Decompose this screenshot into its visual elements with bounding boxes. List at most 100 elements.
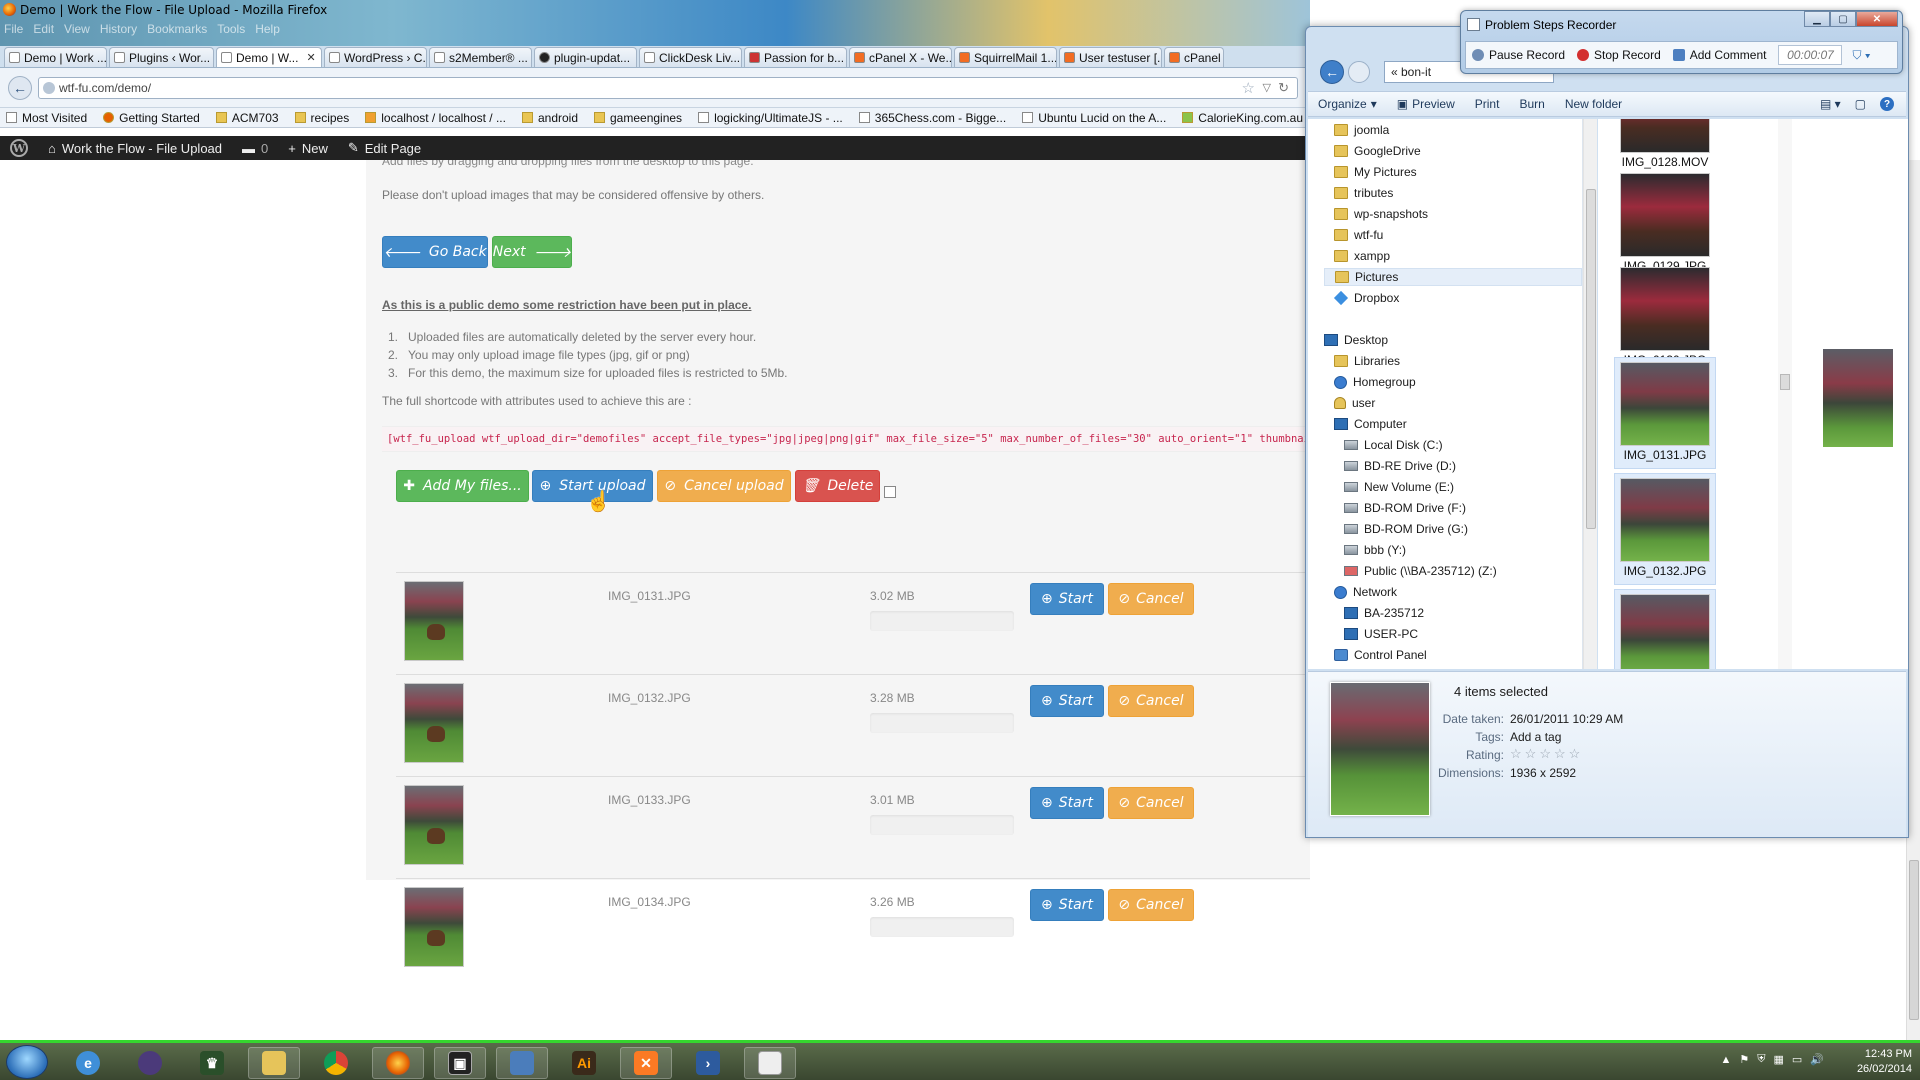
- change-view-icon[interactable]: ▤ ▾: [1820, 97, 1841, 111]
- tree-item-public-z[interactable]: Public (\\BA-235712) (Z:): [1344, 562, 1582, 580]
- flag-icon[interactable]: ⚑: [1739, 1053, 1749, 1066]
- back-button[interactable]: ←: [8, 76, 32, 100]
- url-history-dropdown-icon[interactable]: ▽: [1263, 81, 1271, 94]
- menu-edit[interactable]: Edit: [33, 22, 54, 36]
- star-icon[interactable]: ☆: [1525, 746, 1540, 761]
- maximize-button[interactable]: ▢: [1830, 11, 1856, 27]
- pause-record-button[interactable]: Pause Record: [1466, 48, 1571, 62]
- new-folder-button[interactable]: New folder: [1555, 97, 1632, 111]
- file-start-button[interactable]: ⊕ Start: [1030, 685, 1104, 717]
- file-item-selected[interactable]: [1614, 589, 1716, 669]
- explorer-back-button[interactable]: ←: [1320, 60, 1344, 84]
- close-button[interactable]: ✕: [1856, 11, 1898, 27]
- wp-edit-page[interactable]: ✎ Edit Page: [338, 136, 431, 160]
- tree-item-googledrive[interactable]: GoogleDrive: [1334, 142, 1582, 160]
- bookmark-star-icon[interactable]: ☆: [1242, 79, 1255, 97]
- menu-tools[interactable]: Tools: [217, 22, 245, 36]
- bookmark-ultimatejs[interactable]: logicking/UltimateJS - ...: [698, 111, 843, 125]
- tree-item-joomla[interactable]: joomla: [1334, 121, 1582, 139]
- taskbar-explorer[interactable]: [248, 1047, 300, 1079]
- taskbar-firefox[interactable]: [372, 1047, 424, 1079]
- select-all-checkbox[interactable]: [884, 486, 896, 498]
- tree-item-bd-re-d[interactable]: BD-RE Drive (D:): [1344, 457, 1582, 475]
- add-files-button[interactable]: ✚ Add My files...: [396, 470, 529, 502]
- taskbar-illustrator[interactable]: Ai: [558, 1047, 610, 1079]
- bookmark-acm703[interactable]: ACM703: [215, 111, 279, 125]
- tree-scrollbar[interactable]: [1583, 119, 1597, 669]
- taskbar-chess[interactable]: ♛: [186, 1047, 238, 1079]
- volume-icon[interactable]: 🔊: [1810, 1053, 1824, 1066]
- menu-bookmarks[interactable]: Bookmarks: [147, 22, 207, 36]
- taskbar-clock[interactable]: 12:43 PM 26/02/2014: [1857, 1047, 1912, 1077]
- taskbar-ie[interactable]: e: [62, 1047, 114, 1079]
- stop-record-button[interactable]: Stop Record: [1571, 48, 1667, 62]
- start-button[interactable]: [6, 1045, 48, 1079]
- tree-item-my-pictures[interactable]: My Pictures: [1334, 163, 1582, 181]
- taskbar-eclipse[interactable]: [124, 1047, 176, 1079]
- tree-item-ba-235712[interactable]: BA-235712: [1344, 604, 1582, 622]
- file-cancel-button[interactable]: ⊘ Cancel: [1108, 685, 1194, 717]
- star-icon[interactable]: ☆: [1510, 746, 1525, 761]
- scrollbar-thumb[interactable]: [1780, 374, 1790, 390]
- bookmark-android[interactable]: android: [521, 111, 578, 125]
- tab-passion[interactable]: Passion for b...: [744, 47, 847, 67]
- tags-value[interactable]: Add a tag: [1510, 730, 1561, 744]
- bookmark-most-visited[interactable]: Most Visited: [6, 111, 87, 125]
- next-button[interactable]: Next 🡒: [492, 236, 572, 268]
- tab-demo-active[interactable]: Demo | W... ✕: [216, 47, 322, 67]
- tab-squirrelmail[interactable]: SquirrelMail 1...: [954, 47, 1057, 67]
- preview-pane-icon[interactable]: ▢: [1855, 97, 1866, 111]
- star-icon[interactable]: ☆: [1539, 746, 1554, 761]
- taskbar-psr[interactable]: [744, 1047, 796, 1079]
- bookmark-ubuntu-lucid[interactable]: Ubuntu Lucid on the A...: [1022, 111, 1166, 125]
- file-cancel-button[interactable]: ⊘ Cancel: [1108, 787, 1194, 819]
- taskbar-virtualbox[interactable]: [496, 1047, 548, 1079]
- tree-item-wtf-fu[interactable]: wtf-fu: [1334, 226, 1582, 244]
- rating-stars[interactable]: ☆☆☆☆☆: [1510, 746, 1583, 762]
- tree-item-control-panel[interactable]: Control Panel: [1334, 646, 1582, 664]
- file-item-selected[interactable]: IMG_0132.JPG: [1614, 473, 1716, 585]
- tree-item-tributes[interactable]: tributes: [1334, 184, 1582, 202]
- bookmark-getting-started[interactable]: Getting Started: [103, 111, 200, 125]
- tab-plugin-update[interactable]: plugin-updat...: [534, 47, 637, 67]
- close-tab-icon[interactable]: ✕: [306, 51, 315, 64]
- help-icon[interactable]: ?: [1880, 97, 1894, 111]
- display-icon[interactable]: ▭: [1792, 1053, 1802, 1066]
- burn-button[interactable]: Burn: [1509, 97, 1554, 111]
- tree-item-libraries[interactable]: Libraries: [1334, 352, 1582, 370]
- date-taken-value[interactable]: 26/01/2011 10:29 AM: [1510, 712, 1623, 726]
- bookmark-calorieking[interactable]: CalorieKing.com.au - ...: [1182, 111, 1310, 125]
- bookmark-localhost[interactable]: localhost / localhost / ...: [365, 111, 506, 125]
- explorer-forward-button[interactable]: [1348, 61, 1370, 83]
- site-identity-icon[interactable]: [43, 82, 55, 94]
- tree-item-bd-rom-g[interactable]: BD-ROM Drive (G:): [1344, 520, 1582, 538]
- files-scrollbar[interactable]: [1778, 119, 1792, 669]
- taskbar-chrome[interactable]: [310, 1047, 362, 1079]
- tree-item-homegroup[interactable]: Homegroup: [1334, 373, 1582, 391]
- tree-item-local-disk-c[interactable]: Local Disk (C:): [1344, 436, 1582, 454]
- help-shield-icon[interactable]: ⛉ ▾: [1852, 48, 1870, 63]
- tree-item-dropbox[interactable]: Dropbox: [1333, 289, 1582, 307]
- tree-item-bd-rom-f[interactable]: BD-ROM Drive (F:): [1344, 499, 1582, 517]
- url-bar[interactable]: wtf-fu.com/demo/ ☆ ▽ ↻: [38, 77, 1298, 99]
- tab-cpanel[interactable]: cPanel X - We...: [849, 47, 952, 67]
- bookmark-365chess[interactable]: 365Chess.com - Bigge...: [858, 111, 1006, 125]
- file-item-selected[interactable]: IMG_0131.JPG: [1614, 357, 1716, 469]
- tree-item-xampp[interactable]: xampp: [1334, 247, 1582, 265]
- tab-demo-1[interactable]: Demo | Work ...: [4, 47, 107, 67]
- tree-item-wp-snapshots[interactable]: wp-snapshots: [1334, 205, 1582, 223]
- star-icon[interactable]: ☆: [1569, 746, 1584, 761]
- file-cancel-button[interactable]: ⊘ Cancel: [1108, 583, 1194, 615]
- taskbar-xampp[interactable]: ✕: [620, 1047, 672, 1079]
- delete-button[interactable]: 🗑 Delete: [795, 470, 880, 502]
- tab-s2member[interactable]: s2Member® ...: [429, 47, 532, 67]
- network-icon[interactable]: ▦: [1773, 1053, 1783, 1066]
- preview-button[interactable]: ▣ Preview: [1387, 97, 1465, 111]
- bookmark-recipes[interactable]: recipes: [294, 111, 349, 125]
- tree-item-bbb-y[interactable]: bbb (Y:): [1344, 541, 1582, 559]
- taskbar-powershell[interactable]: ›: [682, 1047, 734, 1079]
- tree-item-user-pc[interactable]: USER-PC: [1344, 625, 1582, 643]
- menu-view[interactable]: View: [64, 22, 90, 36]
- tab-cpanel-files[interactable]: cPanel Fi: [1164, 47, 1224, 67]
- file-start-button[interactable]: ⊕ Start: [1030, 889, 1104, 921]
